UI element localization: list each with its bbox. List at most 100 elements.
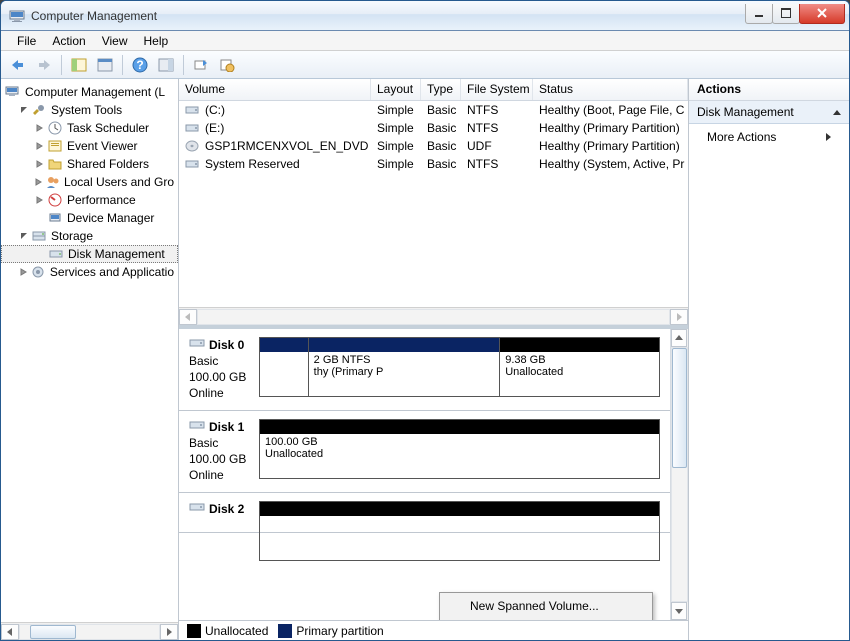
settings-button[interactable] <box>216 54 238 76</box>
volume-scrollbar-h[interactable] <box>179 307 688 325</box>
menu-action[interactable]: Action <box>44 32 93 50</box>
disk-label[interactable]: Disk 0Basic100.00 GBOnline <box>189 337 259 400</box>
svg-text:?: ? <box>136 58 143 72</box>
volume-fs: NTFS <box>461 157 533 171</box>
tree-disk-management[interactable]: Disk Management <box>1 245 178 263</box>
volume-row[interactable]: (C:)SimpleBasicNTFSHealthy (Boot, Page F… <box>179 101 688 119</box>
volume-list-header: Volume Layout Type File System Status <box>179 79 688 101</box>
col-type[interactable]: Type <box>421 79 461 100</box>
properties-button[interactable] <box>94 54 116 76</box>
scroll-left-button[interactable] <box>179 309 197 325</box>
expand-icon[interactable] <box>35 123 45 133</box>
volume-row[interactable]: GSP1RMCENXVOL_EN_DVD (D:)SimpleBasicUDFH… <box>179 137 688 155</box>
tree-storage[interactable]: Storage <box>1 227 178 245</box>
col-layout[interactable]: Layout <box>371 79 421 100</box>
scroll-thumb[interactable] <box>672 348 687 468</box>
actions-group-label: Disk Management <box>697 105 794 119</box>
scroll-right-button[interactable] <box>160 624 178 640</box>
expand-icon[interactable] <box>35 141 45 151</box>
actions-header: Actions <box>689 79 849 101</box>
tree-task-scheduler[interactable]: Task Scheduler <box>1 119 178 137</box>
tree-services[interactable]: Services and Applicatio <box>1 263 178 281</box>
scroll-left-button[interactable] <box>1 624 19 640</box>
close-button[interactable] <box>799 4 845 24</box>
partition-info <box>260 352 308 396</box>
volume-name: (E:) <box>205 121 224 135</box>
collapse-icon[interactable] <box>19 105 29 115</box>
ctx-new-spanned[interactable]: New Spanned Volume... <box>442 595 650 617</box>
scroll-down-button[interactable] <box>671 602 687 620</box>
show-hide-tree-button[interactable] <box>68 54 90 76</box>
col-status[interactable]: Status <box>533 79 688 100</box>
tree-performance[interactable]: Performance <box>1 191 178 209</box>
expand-icon[interactable] <box>35 195 45 205</box>
storage-icon <box>31 228 47 244</box>
drive-icon <box>185 158 199 170</box>
toolbar: ? <box>1 51 849 79</box>
partition-bar <box>309 338 500 352</box>
disk-row[interactable]: Disk 1Basic100.00 GBOnline100.00 GBUnall… <box>179 411 670 493</box>
disk-size: 100.00 GB <box>189 452 259 466</box>
disk-row[interactable]: Disk 0Basic100.00 GBOnline 2 GB NTFSthy (… <box>179 329 670 411</box>
tree-label: Shared Folders <box>67 157 149 171</box>
tree-label: Storage <box>51 229 93 243</box>
scroll-track[interactable] <box>19 624 160 640</box>
tree-label: Local Users and Gro <box>64 175 174 189</box>
volume-name: (C:) <box>205 103 225 117</box>
partition-bar <box>260 420 659 434</box>
disk-label[interactable]: Disk 1Basic100.00 GBOnline <box>189 419 259 482</box>
tree-event-viewer[interactable]: Event Viewer <box>1 137 178 155</box>
actions-group-disk-management[interactable]: Disk Management <box>689 101 849 124</box>
partition[interactable] <box>260 502 659 560</box>
volume-layout: Simple <box>371 121 421 135</box>
tree-local-users[interactable]: Local Users and Gro <box>1 173 178 191</box>
menu-help[interactable]: Help <box>136 32 177 50</box>
volume-row[interactable]: (E:)SimpleBasicNTFSHealthy (Primary Part… <box>179 119 688 137</box>
scroll-track[interactable] <box>197 309 670 325</box>
forward-button[interactable] <box>33 54 55 76</box>
col-filesystem[interactable]: File System <box>461 79 533 100</box>
sidebar-scrollbar-h[interactable] <box>1 622 178 640</box>
partition[interactable]: 9.38 GBUnallocated <box>500 338 659 396</box>
scroll-thumb[interactable] <box>30 625 76 639</box>
disk-name: Disk 1 <box>209 420 244 434</box>
partition[interactable]: 2 GB NTFSthy (Primary P <box>309 338 501 396</box>
ctx-new-striped[interactable]: New Striped Volume... <box>442 617 650 620</box>
refresh-button[interactable] <box>190 54 212 76</box>
tools-icon <box>31 102 47 118</box>
tree-system-tools[interactable]: System Tools <box>1 101 178 119</box>
tree-shared-folders[interactable]: Shared Folders <box>1 155 178 173</box>
menu-view[interactable]: View <box>94 32 136 50</box>
expand-icon[interactable] <box>19 267 29 277</box>
scroll-up-button[interactable] <box>671 329 687 347</box>
tree-device-manager[interactable]: Device Manager <box>1 209 178 227</box>
scroll-right-button[interactable] <box>670 309 688 325</box>
partition-bar <box>260 502 659 516</box>
expand-icon[interactable] <box>35 159 45 169</box>
volume-row[interactable]: System ReservedSimpleBasicNTFSHealthy (S… <box>179 155 688 173</box>
collapse-icon <box>833 105 841 119</box>
legend-label-primary: Primary partition <box>296 624 383 638</box>
tree-root[interactable]: Computer Management (L <box>1 83 178 101</box>
expand-icon[interactable] <box>35 177 44 187</box>
partition[interactable]: 100.00 GBUnallocated <box>260 420 659 478</box>
action-pane-button[interactable] <box>155 54 177 76</box>
collapse-icon[interactable] <box>19 231 29 241</box>
col-volume[interactable]: Volume <box>179 79 371 100</box>
disk-icon <box>189 501 205 516</box>
disk-label[interactable]: Disk 2 <box>189 501 259 522</box>
legend: Unallocated Primary partition <box>179 620 688 640</box>
menu-file[interactable]: File <box>9 32 44 50</box>
computer-icon <box>5 84 21 100</box>
minimize-button[interactable] <box>745 4 773 24</box>
back-button[interactable] <box>7 54 29 76</box>
window-title: Computer Management <box>31 9 746 23</box>
help-button[interactable]: ? <box>129 54 151 76</box>
graph-scrollbar-v[interactable] <box>670 329 688 620</box>
actions-more-actions[interactable]: More Actions <box>689 124 849 150</box>
disk-row[interactable]: Disk 2 <box>179 493 670 533</box>
drive-icon <box>185 104 199 116</box>
maximize-button[interactable] <box>772 4 800 24</box>
partition[interactable] <box>260 338 309 396</box>
device-icon <box>47 210 63 226</box>
